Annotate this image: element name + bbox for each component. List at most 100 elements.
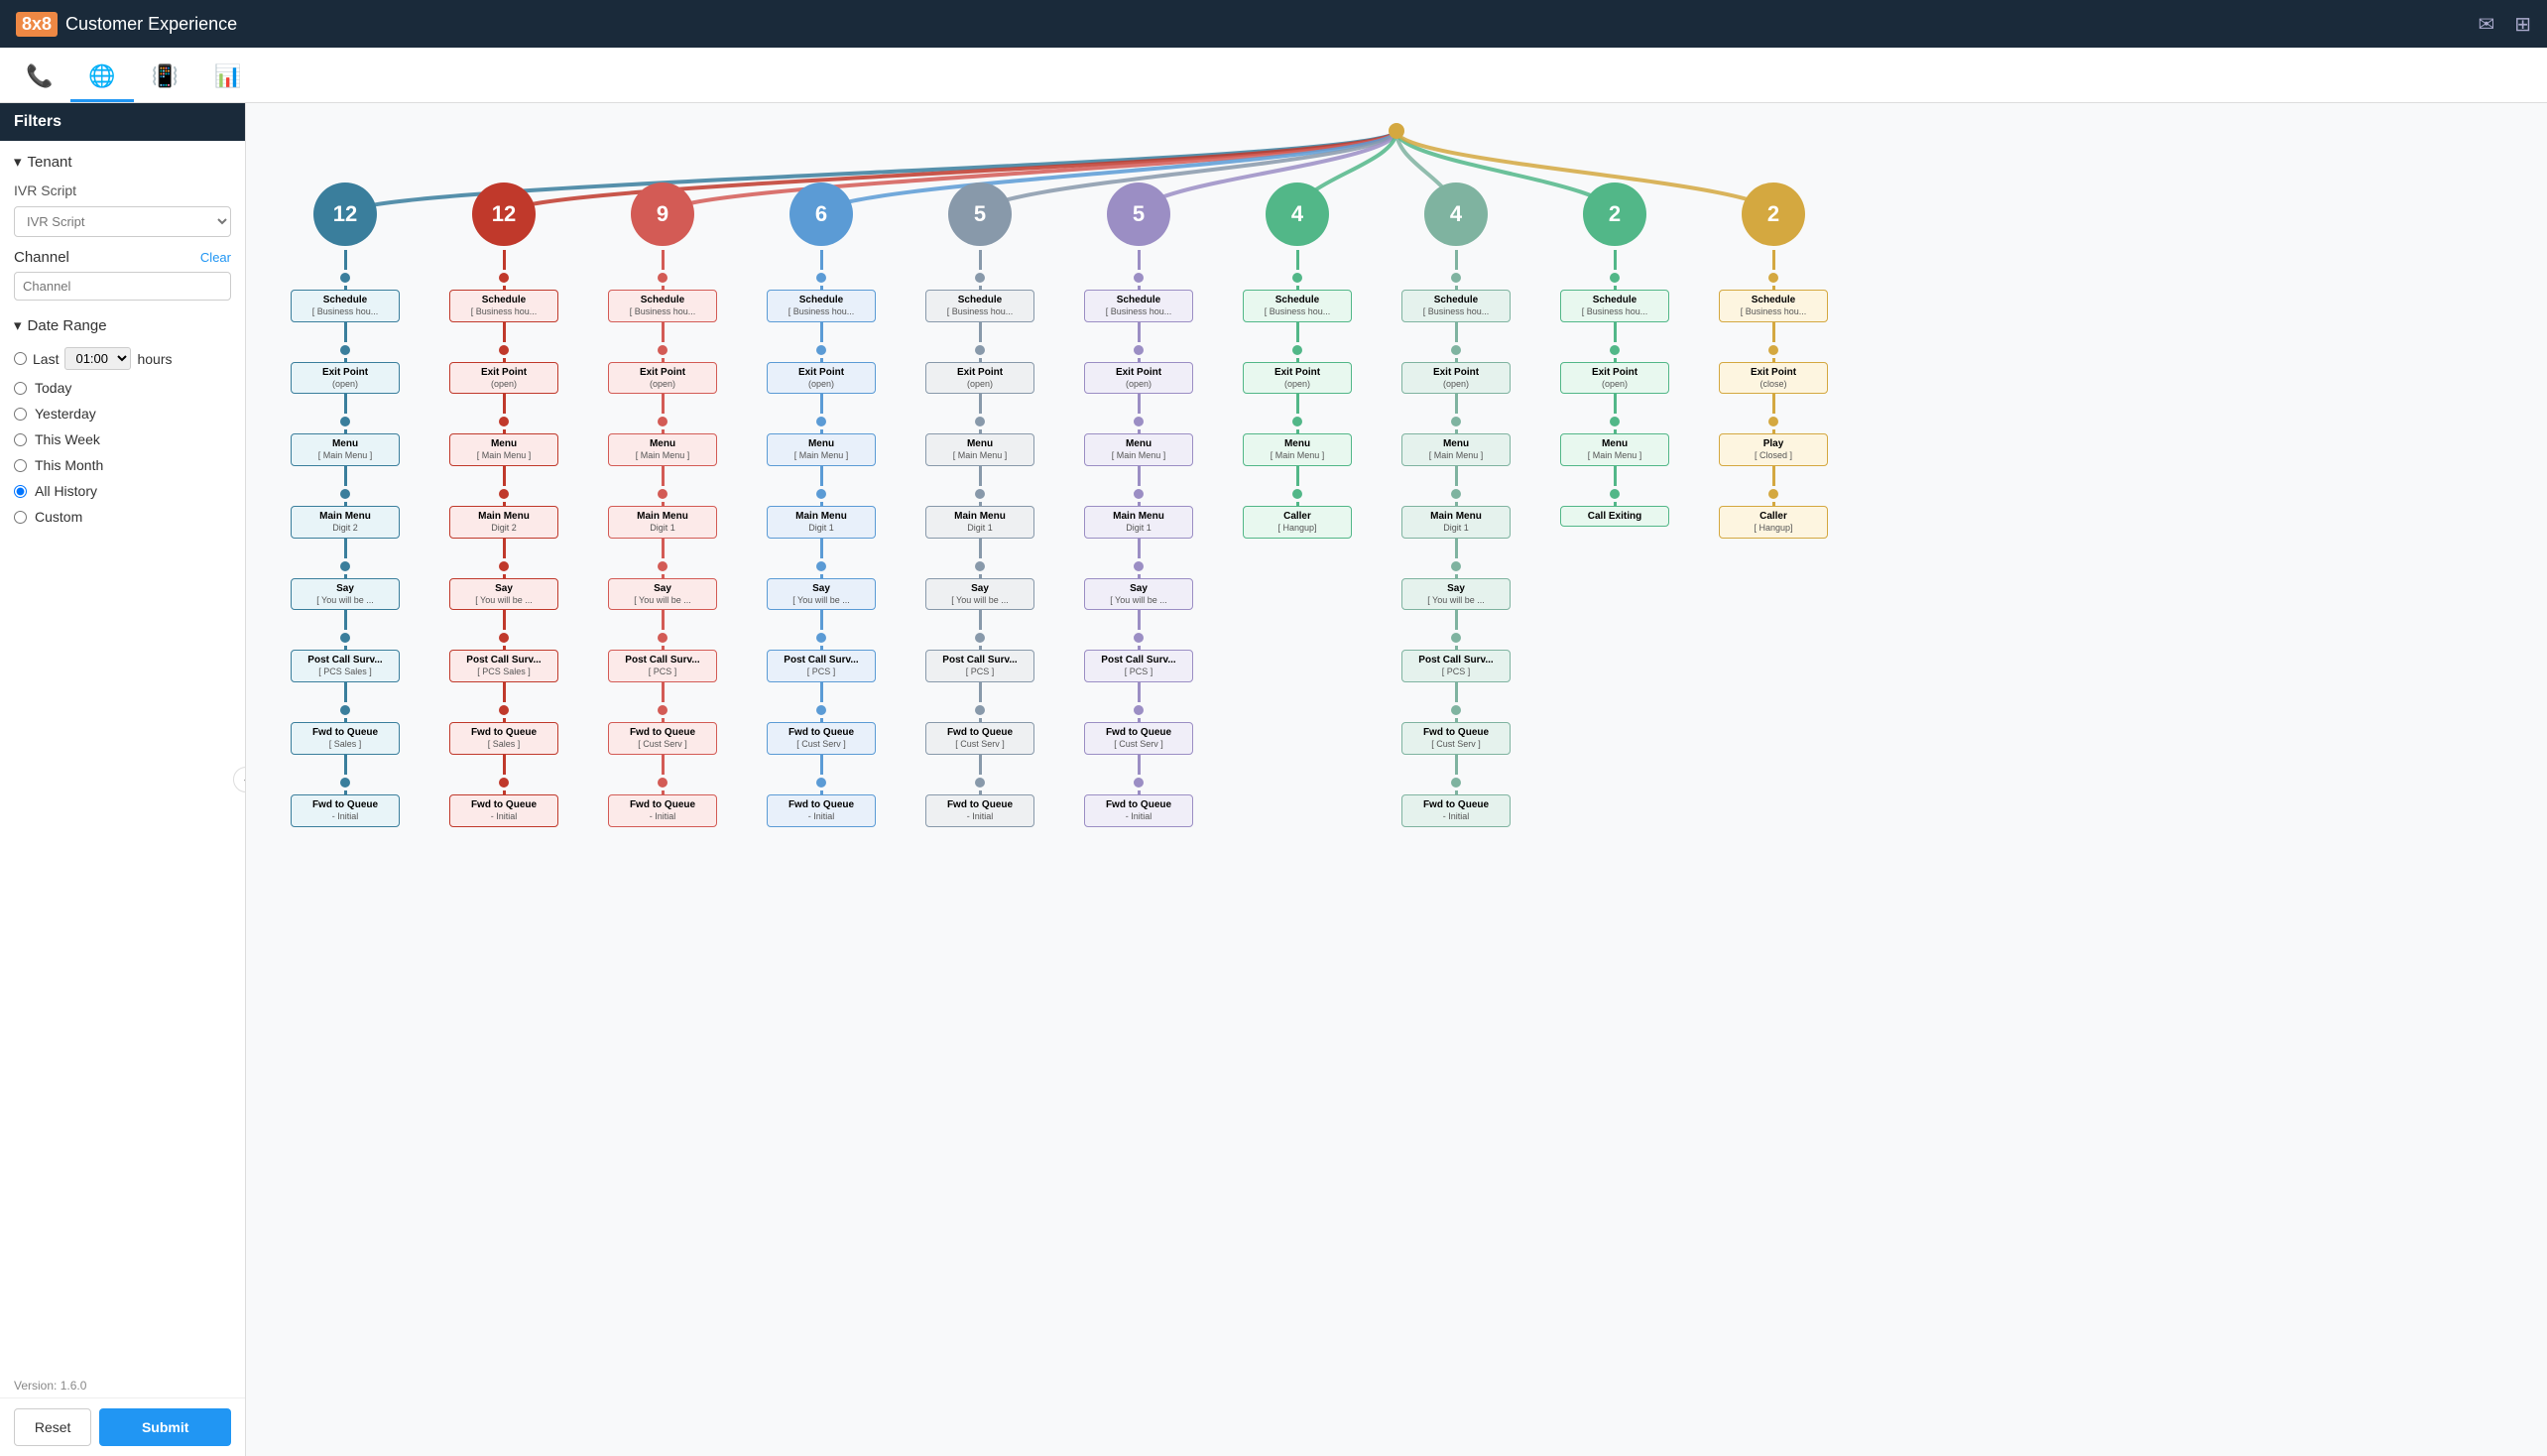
box-title-9-0: Schedule	[1726, 294, 1821, 306]
dot-6-3	[1292, 489, 1302, 499]
dot-2-6	[658, 705, 667, 715]
box-sub-2-1: (open)	[615, 379, 710, 391]
reset-button[interactable]: Reset	[14, 1408, 91, 1446]
node-box-6-0: Schedule[ Business hou...	[1243, 290, 1352, 322]
tree-column-6: 4Schedule[ Business hou...Exit Point(ope…	[1218, 182, 1377, 827]
box-sub-0-5: [ PCS Sales ]	[298, 667, 393, 678]
box-title-8-2: Menu	[1567, 437, 1662, 450]
box-sub-5-6: [ Cust Serv ]	[1091, 739, 1186, 751]
box-title-4-3: Main Menu	[932, 510, 1028, 523]
node-box-2-2: Menu[ Main Menu ]	[608, 433, 717, 466]
box-title-1-7: Fwd to Queue	[456, 798, 551, 811]
dot-6-2	[1292, 417, 1302, 426]
date-range-title: ▾ Date Range	[0, 304, 245, 342]
node-box-3-1: Exit Point(open)	[767, 362, 876, 395]
channel-input[interactable]	[14, 272, 231, 301]
connector-6-2	[1296, 394, 1299, 414]
dot-8-3	[1610, 489, 1620, 499]
tab-phone[interactable]: 📞	[8, 54, 70, 102]
radio-this-week-input[interactable]	[14, 433, 27, 446]
dot-7-1	[1451, 345, 1461, 355]
radio-today: Today	[14, 375, 231, 401]
node-box-4-3: Main MenuDigit 1	[925, 506, 1034, 539]
count-circle-5: 5	[1107, 182, 1170, 246]
channel-clear[interactable]: Clear	[200, 250, 231, 265]
box-sub-7-4: [ You will be ...	[1408, 595, 1504, 607]
node-box-4-0: Schedule[ Business hou...	[925, 290, 1034, 322]
dot-1-4	[499, 561, 509, 571]
expand-icon[interactable]: ⊞	[2514, 12, 2531, 37]
node-box-2-1: Exit Point(open)	[608, 362, 717, 395]
dot-7-2	[1451, 417, 1461, 426]
box-title-1-2: Menu	[456, 437, 551, 450]
tab-tree[interactable]: 🌐	[70, 54, 133, 102]
box-title-2-7: Fwd to Queue	[615, 798, 710, 811]
main-layout: Filters ▾ Tenant IVR Script IVR Script C…	[0, 103, 2547, 1456]
mail-icon[interactable]: ✉	[2478, 12, 2494, 37]
box-title-3-0: Schedule	[774, 294, 869, 306]
count-circle-3: 6	[789, 182, 853, 246]
connector-3-7	[820, 755, 823, 775]
radio-yesterday-input[interactable]	[14, 408, 27, 421]
box-sub-3-2: [ Main Menu ]	[774, 450, 869, 462]
tab-calls[interactable]: 📳	[134, 54, 196, 102]
box-title-2-6: Fwd to Queue	[615, 726, 710, 739]
connector-0-6	[344, 682, 347, 702]
box-title-1-1: Exit Point	[456, 366, 551, 379]
radio-last-label: Last	[33, 351, 59, 367]
dot-2-2	[658, 417, 667, 426]
radio-last-input[interactable]	[14, 352, 27, 365]
connector-0-0	[344, 250, 347, 270]
node-box-1-0: Schedule[ Business hou...	[449, 290, 558, 322]
dot-2-0	[658, 273, 667, 283]
connector-1-1	[503, 322, 506, 342]
hours-select[interactable]: 01:00	[64, 347, 131, 370]
dot-4-2	[975, 417, 985, 426]
box-title-6-2: Menu	[1250, 437, 1345, 450]
radio-today-input[interactable]	[14, 382, 27, 395]
connector-4-7	[979, 755, 982, 775]
radio-this-month-input[interactable]	[14, 459, 27, 472]
tab-reports[interactable]: 📊	[196, 54, 259, 102]
node-box-4-5: Post Call Surv...[ PCS ]	[925, 650, 1034, 682]
dot-3-4	[816, 561, 826, 571]
connector-7-7	[1455, 755, 1458, 775]
box-sub-2-5: [ PCS ]	[615, 667, 710, 678]
root-node	[1389, 123, 1404, 139]
radio-yesterday-label: Yesterday	[35, 406, 96, 422]
node-box-0-0: Schedule[ Business hou...	[291, 290, 400, 322]
node-box-4-4: Say[ You will be ...	[925, 578, 1034, 611]
submit-button[interactable]: Submit	[99, 1408, 231, 1446]
connector-5-5	[1138, 610, 1141, 630]
dot-4-4	[975, 561, 985, 571]
box-sub-5-2: [ Main Menu ]	[1091, 450, 1186, 462]
box-title-0-5: Post Call Surv...	[298, 654, 393, 667]
dot-5-3	[1134, 489, 1144, 499]
box-title-5-7: Fwd to Queue	[1091, 798, 1186, 811]
box-sub-7-6: [ Cust Serv ]	[1408, 739, 1504, 751]
node-box-9-2: Play[ Closed ]	[1719, 433, 1828, 466]
radio-all-history-input[interactable]	[14, 485, 27, 498]
sidebar-footer: Reset Submit	[0, 1397, 245, 1456]
box-title-7-2: Menu	[1408, 437, 1504, 450]
node-box-2-7: Fwd to Queue- Initial	[608, 794, 717, 827]
box-title-8-1: Exit Point	[1567, 366, 1662, 379]
connector-9-0	[1772, 250, 1775, 270]
box-sub-2-2: [ Main Menu ]	[615, 450, 710, 462]
connector-3-2	[820, 394, 823, 414]
connector-6-3	[1296, 466, 1299, 486]
connector-0-4	[344, 539, 347, 558]
dot-3-2	[816, 417, 826, 426]
box-sub-7-1: (open)	[1408, 379, 1504, 391]
radio-custom-input[interactable]	[14, 511, 27, 524]
connector-4-1	[979, 322, 982, 342]
box-title-5-0: Schedule	[1091, 294, 1186, 306]
box-title-0-1: Exit Point	[298, 366, 393, 379]
ivr-select[interactable]: IVR Script	[14, 206, 231, 237]
dot-2-1	[658, 345, 667, 355]
node-box-5-7: Fwd to Queue- Initial	[1084, 794, 1193, 827]
tree-column-2: 9Schedule[ Business hou...Exit Point(ope…	[583, 182, 742, 827]
connector-9-3	[1772, 466, 1775, 486]
tree-column-1: 12Schedule[ Business hou...Exit Point(op…	[424, 182, 583, 827]
box-title-5-4: Say	[1091, 582, 1186, 595]
